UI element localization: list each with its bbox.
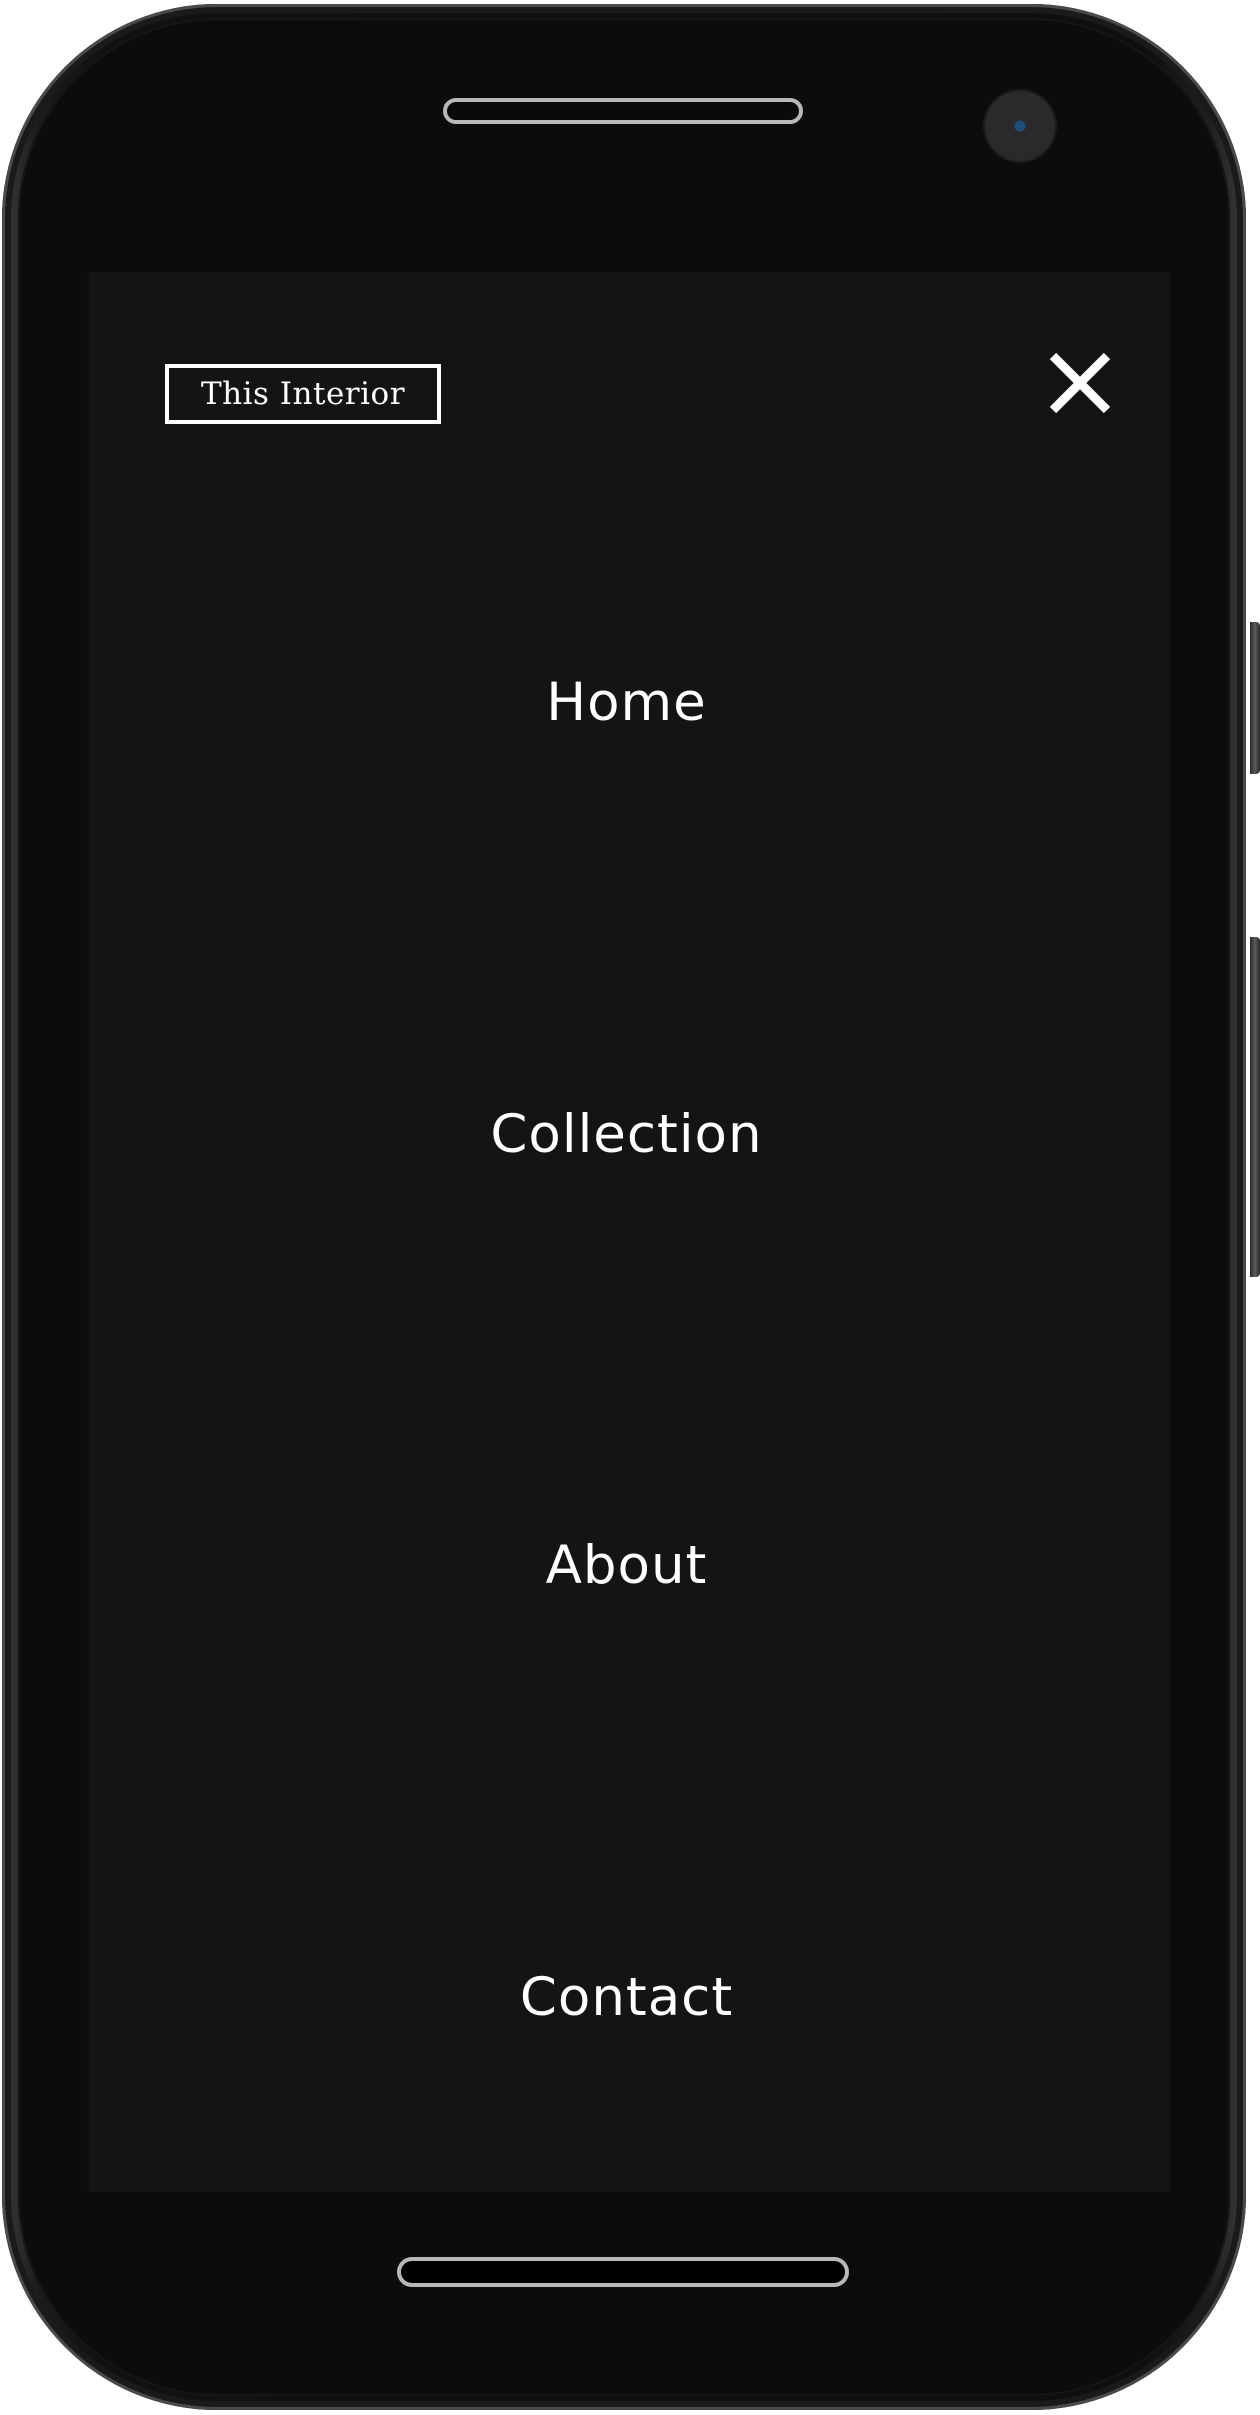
menu-item-about[interactable]: About xyxy=(83,1531,1170,1601)
menu-item-contact[interactable]: Contact xyxy=(83,1963,1170,2033)
power-button xyxy=(1250,622,1260,774)
top-speaker-grill xyxy=(443,98,803,124)
volume-button xyxy=(1250,937,1260,1277)
menu-item-home[interactable]: Home xyxy=(83,668,1170,738)
bottom-speaker-grill xyxy=(397,2257,849,2287)
menu-item-collection[interactable]: Collection xyxy=(83,1100,1170,1170)
main-navigation-menu: Home Collection About Contact xyxy=(83,272,1170,2192)
page: This Interior Home Collection About Cont… xyxy=(0,0,1260,2415)
front-camera xyxy=(985,91,1055,161)
screen-navigation-overlay: This Interior Home Collection About Cont… xyxy=(83,272,1170,2192)
